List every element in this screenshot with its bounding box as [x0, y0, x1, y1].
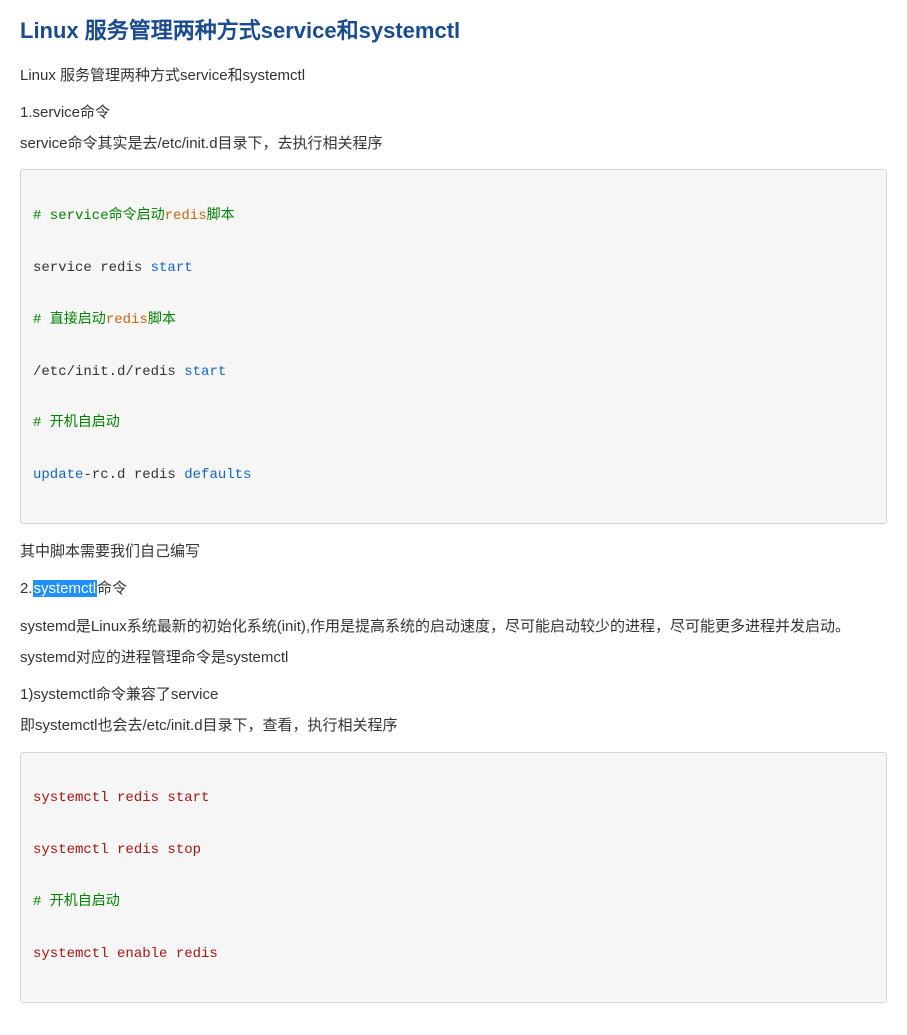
code1-l4-path: /etc/init.d/redis [33, 364, 184, 380]
code1-l4-start: start [184, 364, 226, 380]
section1-note: 其中脚本需要我们自己编写 [20, 540, 887, 563]
code1-l6-update: update [33, 467, 83, 483]
code1-l2-start: start [151, 260, 193, 276]
code1-l3-tail: 脚本 [148, 312, 176, 328]
sec2-highlight: systemctl [33, 580, 98, 597]
section2-sub1: 1)systemctl命令兼容了service [20, 683, 887, 706]
code1-l5-hash: # 开机自启动 [33, 415, 120, 431]
section1-desc: service命令其实是去/etc/init.d目录下，去执行相关程序 [20, 132, 887, 155]
sec2-prefix: 2. [20, 580, 33, 597]
code-block-1: # service命令启动redis脚本 service redis start… [20, 169, 887, 524]
section1-heading: 1.service命令 [20, 101, 887, 124]
code1-l1-mid: 命令启动 [109, 208, 165, 224]
code-block-2: systemctl redis start systemctl redis st… [20, 752, 887, 1003]
sec2-suffix: 命令 [97, 580, 127, 597]
section2-sub1-desc: 即systemctl也会去/etc/init.d目录下，查看，执行相关程序 [20, 714, 887, 737]
code1-l3-redis: redis [106, 312, 148, 328]
code1-l1-tail: 脚本 [207, 208, 235, 224]
code1-l3-hash: # 直接启动 [33, 312, 106, 328]
code1-l6-defaults: defaults [184, 467, 251, 483]
code2-l1: systemctl redis start [33, 790, 209, 806]
code2-l4: systemctl enable redis [33, 946, 218, 962]
code2-l3: # 开机自启动 [33, 894, 120, 910]
code2-l2: systemctl redis stop [33, 842, 201, 858]
section2-heading: 2.systemctl命令 [20, 577, 887, 600]
code1-l1-hash: # service [33, 208, 109, 224]
code1-l2-cmd: service redis [33, 260, 151, 276]
code1-l6-mid: -rc.d redis [83, 467, 184, 483]
section2-p2: systemd对应的进程管理命令是systemctl [20, 646, 887, 669]
code1-l1-redis: redis [165, 208, 207, 224]
intro-paragraph: Linux 服务管理两种方式service和systemctl [20, 64, 887, 87]
page-title: Linux 服务管理两种方式service和systemctl [20, 16, 887, 46]
section2-p1: systemd是Linux系统最新的初始化系统(init),作用是提高系统的启动… [20, 615, 887, 638]
